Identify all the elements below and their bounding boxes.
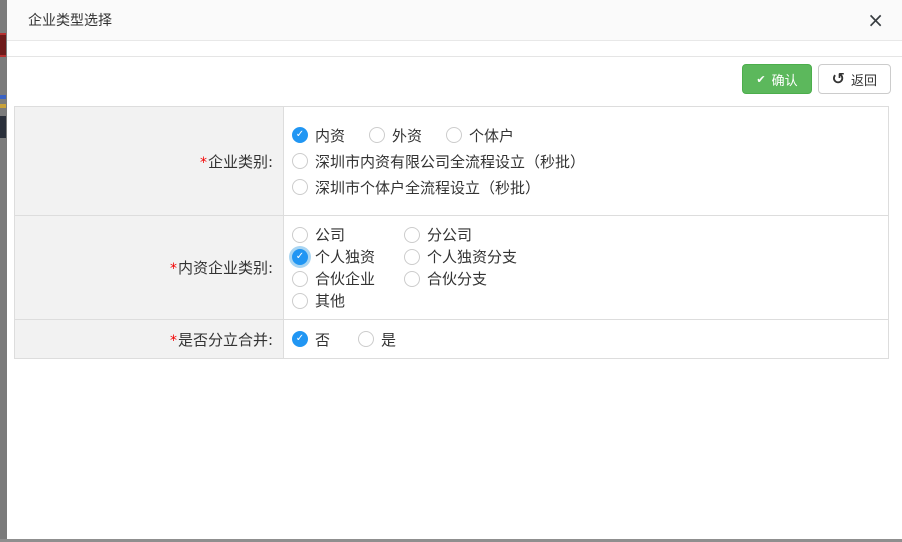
back-button[interactable]: ↺ 返回 — [818, 64, 891, 94]
radio-company[interactable]: ✓ 公司 — [292, 224, 404, 245]
radio-label: 合伙分支 — [427, 268, 487, 289]
radio-partnership[interactable]: ✓ 合伙企业 — [292, 268, 404, 289]
radio-unchecked-icon: ✓ — [446, 127, 462, 143]
radio-label: 否 — [315, 329, 330, 350]
radio-unchecked-icon: ✓ — [404, 227, 420, 243]
page-edge-artifact — [0, 116, 6, 138]
radio-label: 深圳市个体户全流程设立（秒批） — [315, 177, 540, 198]
radio-yes[interactable]: ✓ 是 — [358, 329, 396, 350]
required-mark: * — [170, 261, 177, 277]
check-icon: ✔ — [756, 74, 765, 85]
radio-partnership-branch[interactable]: ✓ 合伙分支 — [404, 268, 517, 289]
radio-label: 公司 — [315, 224, 345, 245]
radio-label: 分公司 — [427, 224, 472, 245]
radio-label: 外资 — [392, 125, 422, 146]
form-row-enterprise-category: *企业类别: ✓ 内资 ✓ 外资 ✓ 个体户 — [15, 107, 889, 216]
radio-checked-icon: ✓ — [292, 331, 308, 347]
radio-unchecked-icon: ✓ — [292, 227, 308, 243]
close-icon[interactable]: × — [867, 10, 884, 30]
radio-label: 个人独资 — [315, 246, 375, 267]
radio-foreign[interactable]: ✓ 外资 — [369, 125, 422, 146]
background-page-edge — [0, 0, 7, 542]
split-merge-label: *是否分立合并: — [15, 320, 284, 359]
tick-icon: ✓ — [296, 252, 304, 262]
page-edge-artifact — [0, 95, 6, 99]
enterprise-type-form: *企业类别: ✓ 内资 ✓ 外资 ✓ 个体户 — [14, 106, 889, 359]
radio-unchecked-icon: ✓ — [404, 271, 420, 287]
confirm-button-label: 确认 — [772, 70, 798, 89]
radio-label: 个体户 — [469, 125, 514, 146]
radio-checked-icon: ✓ — [292, 249, 308, 265]
radio-label: 合伙企业 — [315, 268, 375, 289]
page-edge-artifact — [0, 104, 6, 108]
form-row-domestic-enterprise-category: *内资企业类别: ✓ 公司 ✓ 分公司 ✓ 个人独资 — [15, 216, 889, 320]
page-edge-artifact — [0, 33, 6, 57]
toolbar: ✔ 确认 ↺ 返回 — [7, 57, 902, 94]
confirm-button[interactable]: ✔ 确认 — [742, 64, 811, 94]
radio-sz-individual-fullprocess[interactable]: ✓ 深圳市个体户全流程设立（秒批） — [292, 177, 540, 198]
enterprise-category-label: *企业类别: — [15, 107, 284, 216]
enterprise-type-modal: 企业类型选择 × ✔ 确认 ↺ 返回 *企业类别: ✓ 内资 — [7, 0, 902, 539]
radio-unchecked-icon: ✓ — [292, 271, 308, 287]
radio-checked-icon: ✓ — [292, 127, 308, 143]
enterprise-category-options: ✓ 内资 ✓ 外资 ✓ 个体户 ✓ 深圳市内资有限公司全流程设立 — [284, 107, 889, 216]
radio-domestic[interactable]: ✓ 内资 — [292, 125, 345, 146]
radio-unchecked-icon: ✓ — [292, 293, 308, 309]
radio-unchecked-icon: ✓ — [292, 179, 308, 195]
domestic-enterprise-category-options: ✓ 公司 ✓ 分公司 ✓ 个人独资 ✓ 个人独资分支 — [284, 216, 889, 320]
radio-unchecked-icon: ✓ — [404, 249, 420, 265]
radio-label: 内资 — [315, 125, 345, 146]
required-mark: * — [200, 155, 207, 171]
radio-sole-proprietorship-branch[interactable]: ✓ 个人独资分支 — [404, 246, 517, 267]
radio-unchecked-icon: ✓ — [369, 127, 385, 143]
radio-sz-domestic-ltd-fullprocess[interactable]: ✓ 深圳市内资有限公司全流程设立（秒批） — [292, 151, 585, 172]
radio-no[interactable]: ✓ 否 — [292, 329, 330, 350]
tick-icon: ✓ — [296, 334, 304, 344]
radio-unchecked-icon: ✓ — [292, 153, 308, 169]
form-row-split-merge: *是否分立合并: ✓ 否 ✓ 是 — [15, 320, 889, 359]
radio-label: 其他 — [315, 290, 345, 311]
radio-sole-proprietorship[interactable]: ✓ 个人独资 — [292, 246, 404, 267]
split-merge-options: ✓ 否 ✓ 是 — [284, 320, 889, 359]
tick-icon: ✓ — [296, 130, 304, 140]
undo-icon: ↺ — [832, 71, 845, 87]
radio-branch-company[interactable]: ✓ 分公司 — [404, 224, 517, 245]
domestic-enterprise-category-label: *内资企业类别: — [15, 216, 284, 320]
back-button-label: 返回 — [851, 70, 877, 89]
radio-individual-business[interactable]: ✓ 个体户 — [446, 125, 514, 146]
radio-label: 深圳市内资有限公司全流程设立（秒批） — [315, 151, 585, 172]
modal-header: 企业类型选择 × — [7, 0, 902, 41]
radio-other[interactable]: ✓ 其他 — [292, 290, 404, 311]
modal-title: 企业类型选择 — [28, 10, 112, 30]
radio-label: 个人独资分支 — [427, 246, 517, 267]
required-mark: * — [170, 333, 177, 349]
radio-label: 是 — [381, 329, 396, 350]
radio-unchecked-icon: ✓ — [358, 331, 374, 347]
